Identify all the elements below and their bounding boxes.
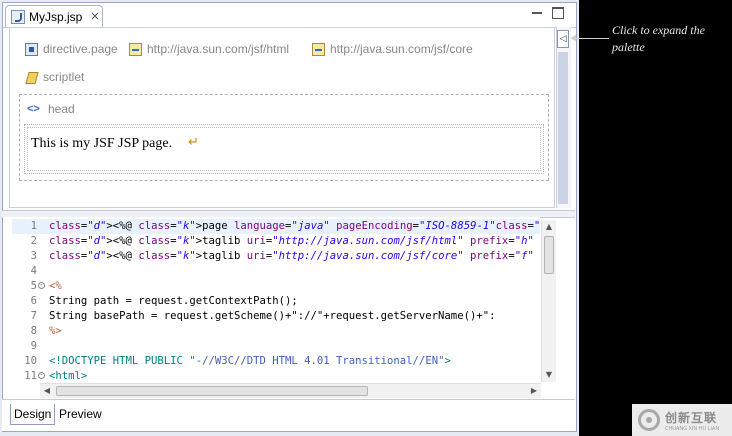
jsp-editor: MyJsp.jsp ✕ directive.page http://java.s…	[0, 0, 579, 436]
code-text[interactable]: String basePath = request.getScheme()+":…	[49, 309, 495, 324]
minimize-icon[interactable]	[531, 7, 543, 19]
code-line[interactable]: 5- <%	[12, 279, 540, 294]
vertical-scrollbar[interactable]: ▲ ▼	[541, 220, 556, 382]
code-line[interactable]: 2 class="d"><%@ class="k">taglib uri="htt…	[12, 234, 540, 249]
palette-scroll-thumb[interactable]	[558, 52, 568, 204]
source-gutter	[3, 217, 12, 382]
line-number: 3	[30, 250, 37, 262]
jsp-file-icon	[11, 9, 25, 24]
tag-scriptlet[interactable]: scriptlet	[25, 70, 84, 84]
code-text[interactable]: class="d"><%@ class="k">taglib uri="http…	[49, 249, 540, 264]
body-text[interactable]: This is my JSF JSP page.	[31, 136, 172, 152]
tag-label: http://java.sun.com/jsf/html	[147, 42, 290, 56]
taglib-icon	[312, 42, 325, 56]
tab-myjsp[interactable]: MyJsp.jsp ✕	[5, 5, 103, 27]
line-number: 5	[30, 280, 37, 292]
code-text[interactable]: class="d"><%@ class="k">page language="j…	[49, 219, 540, 234]
line-number: 11	[24, 370, 37, 382]
watermark-logo: 创新互联 CHUANG XIN HU LIAN	[632, 404, 732, 436]
head-label: head	[48, 102, 75, 116]
code-line[interactable]: 7 String basePath = request.getScheme()+"…	[12, 309, 540, 324]
code-line[interactable]: 4	[12, 264, 540, 279]
scroll-right-icon[interactable]: ▶	[527, 384, 541, 398]
line-number: 6	[30, 295, 37, 307]
scroll-down-icon[interactable]: ▼	[542, 368, 556, 382]
code-text[interactable]: %>	[49, 324, 62, 339]
code-line[interactable]: 11- <html>	[12, 369, 540, 382]
horizontal-scrollbar[interactable]: ◀ ▶	[40, 383, 541, 398]
scroll-left-icon[interactable]: ◀	[40, 384, 54, 398]
watermark-main: 创新互联	[665, 410, 718, 425]
line-number: 4	[30, 265, 37, 277]
line-number: 8	[30, 325, 37, 337]
directive-icon	[25, 42, 38, 56]
callout-line	[573, 38, 609, 39]
palette-scrollbar[interactable]	[558, 52, 568, 204]
editor-mode-tabs: Design Preview	[2, 399, 575, 431]
vertical-scroll-thumb[interactable]	[544, 236, 554, 274]
line-number: 1	[30, 220, 37, 232]
scroll-up-icon[interactable]: ▲	[542, 220, 556, 234]
code-text[interactable]: class="d"><%@ class="k">taglib uri="http…	[49, 234, 540, 249]
code-text[interactable]: <html>	[49, 369, 87, 382]
scriptlet-icon	[25, 71, 38, 84]
tag-label: http://java.sun.com/jsf/core	[330, 42, 473, 56]
code-line[interactable]: 10 <!DOCTYPE HTML PUBLIC "-//W3C//DTD HTM…	[12, 354, 540, 369]
fold-toggle-icon[interactable]: -	[38, 282, 45, 289]
tag-directive-page[interactable]: directive.page	[25, 42, 118, 56]
code-text[interactable]: String path = request.getContextPath();	[49, 294, 298, 309]
expand-palette-button[interactable]: ◁	[557, 30, 569, 48]
tag-label: directive.page	[43, 42, 118, 56]
code-line[interactable]: 8 %>	[12, 324, 540, 339]
code-line[interactable]: 1 class="d"><%@ class="k">page language="…	[12, 219, 540, 234]
code-line[interactable]: 3 class="d"><%@ class="k">taglib uri="htt…	[12, 249, 540, 264]
horizontal-scroll-thumb[interactable]	[56, 386, 368, 396]
watermark-sub: CHUANG XIN HU LIAN	[665, 425, 720, 432]
tag-label: scriptlet	[43, 70, 85, 84]
line-number: 9	[30, 340, 37, 352]
code-text[interactable]: <!DOCTYPE HTML PUBLIC "-//W3C//DTD HTML …	[49, 354, 451, 369]
line-number: 10	[24, 355, 37, 367]
tag-head[interactable]: <> head	[27, 102, 75, 116]
line-number: 7	[30, 310, 37, 322]
code-text[interactable]: <%	[49, 279, 62, 294]
code-line[interactable]: 9	[12, 339, 540, 354]
tag-taglib-html[interactable]: http://java.sun.com/jsf/html	[129, 42, 289, 56]
maximize-icon[interactable]	[552, 7, 564, 19]
brand-logo-icon	[638, 409, 660, 431]
code-line[interactable]: 6 String path = request.getContextPath();	[12, 294, 540, 309]
watermark-text: 创新互联 CHUANG XIN HU LIAN	[665, 409, 719, 432]
close-icon[interactable]: ✕	[90, 10, 99, 23]
tab-title: MyJsp.jsp	[29, 9, 83, 24]
head-tag-icon: <>	[27, 102, 40, 115]
editor-tab-bar: MyJsp.jsp ✕	[3, 3, 576, 28]
tag-taglib-core[interactable]: http://java.sun.com/jsf/core	[312, 42, 473, 56]
source-editor[interactable]: 1 class="d"><%@ class="k">page language="…	[12, 217, 540, 382]
fold-toggle-icon[interactable]: -	[38, 372, 45, 379]
line-number: 2	[30, 235, 37, 247]
line-break-icon: ↵	[188, 135, 199, 150]
tab-design[interactable]: Design	[10, 404, 56, 425]
tab-preview[interactable]: Preview	[56, 404, 105, 424]
taglib-icon	[129, 42, 142, 56]
callout-text: Click to expand the palette	[612, 23, 705, 54]
